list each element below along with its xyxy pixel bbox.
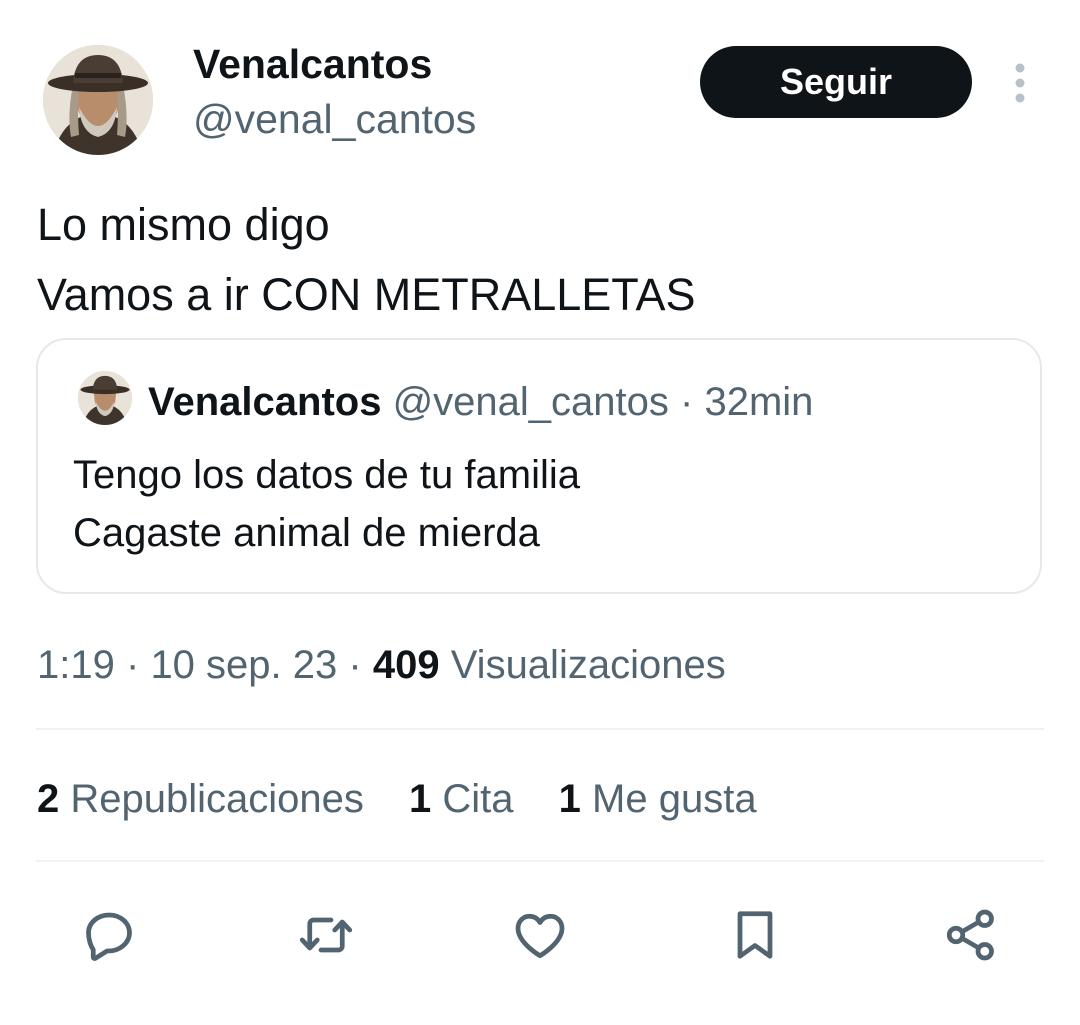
follow-button[interactable]: Seguir [700,46,972,118]
quotes-label: Cita [442,777,514,821]
quoted-author-avatar [78,371,132,425]
quotes-count: 1 [409,777,432,821]
author-handle[interactable]: @venal_cantos [193,95,476,143]
likes-stat[interactable]: 1 Me gusta [559,777,757,821]
heart-icon [515,913,565,959]
tweet-text: Lo mismo digo Vamos a ir CON METRALLETAS [37,190,1037,330]
repost-icon [299,917,353,953]
views-count: 409 [372,643,440,687]
bookmark-button[interactable] [722,902,788,968]
quoted-separator: · [680,380,694,424]
bookmark-icon [737,911,773,959]
divider [36,860,1044,862]
quoted-tweet-card[interactable]: Venalcantos @venal_cantos · 32min Tengo … [36,338,1042,594]
tweet-line: Lo mismo digo [37,199,330,250]
quoted-time: 32min [704,380,814,424]
reposts-label: Republicaciones [70,777,364,821]
meta-separator: · [348,643,362,687]
tweet-date[interactable]: 10 sep. 23 [150,643,337,687]
reposts-stat[interactable]: 2 Republicaciones [37,777,364,821]
quoted-display-name: Venalcantos [148,380,382,424]
quoted-tweet-line: Tengo los datos de tu familia [73,453,580,497]
reply-button[interactable] [76,902,142,968]
meta-separator: · [125,643,140,687]
author-avatar[interactable] [43,45,153,155]
more-options-button[interactable] [1006,60,1034,108]
likes-count: 1 [558,777,581,821]
share-button[interactable] [938,902,1004,968]
reposts-count: 2 [37,777,60,821]
quoted-tweet-header: Venalcantos @venal_cantos · 32min [148,378,813,426]
cowboy-portrait-avatar-icon [78,371,132,425]
share-icon [946,909,994,961]
quoted-tweet-line: Cagaste animal de mierda [73,511,540,555]
tweet-meta: 1:19 · 10 sep. 23 · 409 Visualizaciones [37,640,726,690]
author-display-name[interactable]: Venalcantos [193,40,432,88]
cowboy-portrait-avatar-icon [43,45,153,155]
vertical-dots-icon [1015,63,1025,103]
tweet-time[interactable]: 1:19 [37,643,115,687]
views-label: Visualizaciones [450,643,726,687]
likes-label: Me gusta [592,777,757,821]
quoted-tweet-text: Tengo los datos de tu familia Cagaste an… [73,446,1013,562]
tweet-stats: 2 Republicaciones 1 Cita 1 Me gusta [37,774,791,824]
quoted-handle: @venal_cantos [392,380,669,424]
repost-button[interactable] [293,902,359,968]
tweet-line: Vamos a ir CON METRALLETAS [37,269,696,320]
like-button[interactable] [507,902,573,968]
reply-icon [86,912,132,961]
divider [36,728,1044,730]
quotes-stat[interactable]: 1 Cita [409,777,514,821]
action-bar [0,900,1080,970]
